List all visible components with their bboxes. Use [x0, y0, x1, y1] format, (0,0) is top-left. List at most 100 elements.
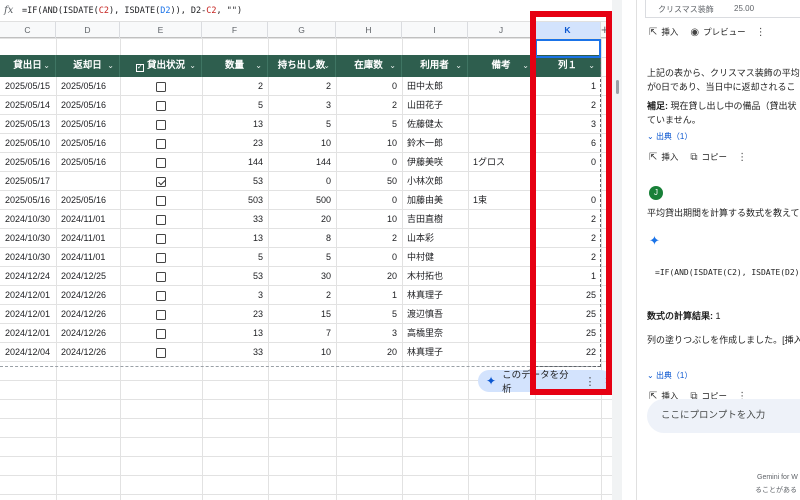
loan-status-checkbox[interactable] [156, 176, 166, 187]
filter-dropdown-icon[interactable]: ⌄ [389, 55, 396, 77]
table-cell[interactable]: 13 [202, 115, 268, 134]
table-cell[interactable] [468, 267, 535, 286]
table-cell[interactable]: 0 [336, 191, 402, 210]
table-cell[interactable]: 2025/05/15 [0, 77, 56, 96]
table-cell[interactable]: 高橋里奈 [402, 324, 468, 343]
table-cell[interactable]: 0 [336, 248, 402, 267]
table-cell[interactable]: 2024/11/01 [56, 210, 120, 229]
table-cell[interactable]: 鈴木一郎 [402, 134, 468, 153]
table-cell[interactable]: 2024/12/01 [0, 305, 56, 324]
table-cell[interactable]: 10 [336, 210, 402, 229]
table-cell[interactable]: 2025/05/16 [56, 191, 120, 210]
table-cell[interactable]: 144 [268, 153, 336, 172]
table-cell[interactable]: 2024/11/01 [56, 248, 120, 267]
copy-button[interactable]: コピー [702, 151, 728, 163]
table-cell[interactable]: 2024/12/26 [56, 324, 120, 343]
status-cell[interactable] [120, 305, 202, 324]
loan-status-checkbox[interactable] [156, 309, 166, 320]
table-cell[interactable]: 2 [336, 229, 402, 248]
filter-dropdown-icon[interactable]: ⌄ [43, 55, 50, 77]
table-cell[interactable] [468, 229, 535, 248]
filter-dropdown-icon[interactable]: ⌄ [323, 55, 330, 77]
table-cell[interactable] [468, 248, 535, 267]
loan-status-checkbox[interactable] [156, 119, 166, 130]
table-cell[interactable]: 2024/11/01 [56, 229, 120, 248]
column-letter-e[interactable]: E [120, 22, 202, 38]
table-cell[interactable]: 木村拓也 [402, 267, 468, 286]
table-cell[interactable]: 503 [202, 191, 268, 210]
column-header[interactable]: 数量 ⌄ [202, 55, 268, 77]
status-cell[interactable] [120, 210, 202, 229]
table-cell[interactable]: 3 [202, 286, 268, 305]
status-cell[interactable] [120, 229, 202, 248]
column-letter-i[interactable]: I [402, 22, 468, 38]
table-cell[interactable]: 2024/12/01 [0, 324, 56, 343]
table-cell[interactable]: 林真理子 [402, 343, 468, 362]
table-cell[interactable]: 吉田直樹 [402, 210, 468, 229]
table-cell[interactable]: 2024/12/26 [56, 286, 120, 305]
table-cell[interactable]: 5 [202, 248, 268, 267]
table-cell[interactable]: 20 [268, 210, 336, 229]
loan-status-checkbox[interactable] [156, 100, 166, 111]
table-cell[interactable] [468, 324, 535, 343]
table-cell[interactable]: 2025/05/17 [0, 172, 56, 191]
table-cell[interactable]: 佐藤健太 [402, 115, 468, 134]
column-letter-f[interactable]: F [202, 22, 268, 38]
formula-text[interactable]: =IF(AND(ISDATE(C2), ISDATE(D2)), D2-C2, … [22, 6, 242, 16]
table-cell[interactable]: 0 [336, 77, 402, 96]
table-cell[interactable] [468, 286, 535, 305]
table-cell[interactable]: 5 [336, 115, 402, 134]
table-cell[interactable]: 1グロス [468, 153, 535, 172]
column-letter-g[interactable]: G [268, 22, 336, 38]
table-cell[interactable]: 山田花子 [402, 96, 468, 115]
filter-dropdown-icon[interactable]: ⌄ [455, 55, 462, 77]
column-header[interactable]: 備考 ⌄ [468, 55, 535, 77]
table-cell[interactable] [468, 96, 535, 115]
loan-status-checkbox[interactable] [156, 195, 166, 206]
table-cell[interactable]: 2025/05/10 [0, 134, 56, 153]
table-cell[interactable]: 加藤由美 [402, 191, 468, 210]
loan-status-checkbox[interactable] [156, 328, 166, 339]
status-cell[interactable] [120, 248, 202, 267]
loan-status-checkbox[interactable] [156, 347, 166, 358]
column-header[interactable]: 持ち出し数 ⌄ [268, 55, 336, 77]
table-cell[interactable]: 30 [268, 267, 336, 286]
filter-dropdown-icon[interactable]: ⌄ [189, 55, 196, 77]
table-cell[interactable]: 13 [202, 229, 268, 248]
table-cell[interactable]: 2 [336, 96, 402, 115]
column-letter-c[interactable]: C [0, 22, 56, 38]
insert-button[interactable]: 挿入 [661, 26, 678, 38]
table-cell[interactable]: 500 [268, 191, 336, 210]
table-cell[interactable]: 53 [202, 267, 268, 286]
loan-status-checkbox[interactable] [156, 138, 166, 149]
status-cell[interactable] [120, 115, 202, 134]
table-cell[interactable]: 2024/10/30 [0, 229, 56, 248]
column-header[interactable]: ✓ 貸出状況 ⌄ [120, 55, 202, 77]
status-cell[interactable] [120, 267, 202, 286]
table-cell[interactable] [468, 115, 535, 134]
more-vert-icon[interactable]: ⋮ [737, 152, 747, 163]
table-cell[interactable]: 2024/12/04 [0, 343, 56, 362]
status-cell[interactable] [120, 172, 202, 191]
table-cell[interactable]: 2024/12/25 [56, 267, 120, 286]
table-cell[interactable] [468, 210, 535, 229]
loan-status-checkbox[interactable] [156, 290, 166, 301]
filter-dropdown-icon[interactable]: ⌄ [522, 55, 529, 77]
table-cell[interactable]: 2025/05/16 [56, 96, 120, 115]
status-cell[interactable] [120, 96, 202, 115]
table-cell[interactable]: 23 [202, 134, 268, 153]
scrollbar-thumb[interactable] [616, 80, 619, 94]
table-cell[interactable]: 2025/05/16 [56, 77, 120, 96]
table-cell[interactable]: 田中太郎 [402, 77, 468, 96]
column-header[interactable]: 在庫数 ⌄ [336, 55, 402, 77]
spreadsheet-grid[interactable]: 貸出日 ⌄ 返却日 ⌄ ✓ 貸出状況 ⌄ 数量 ⌄ 持ち出し数 ⌄ 在庫数 ⌄ 利用者 ⌄ 備考 ⌄ 列１ ⌄ 20… [0, 38, 612, 500]
table-cell[interactable]: 13 [202, 324, 268, 343]
table-cell[interactable]: 7 [268, 324, 336, 343]
status-cell[interactable] [120, 286, 202, 305]
table-cell[interactable]: 3 [336, 324, 402, 343]
table-cell[interactable]: 2024/12/26 [56, 343, 120, 362]
table-cell[interactable]: 5 [336, 305, 402, 324]
loan-status-checkbox[interactable] [156, 157, 166, 168]
table-cell[interactable]: 10 [268, 134, 336, 153]
table-cell[interactable]: 50 [336, 172, 402, 191]
